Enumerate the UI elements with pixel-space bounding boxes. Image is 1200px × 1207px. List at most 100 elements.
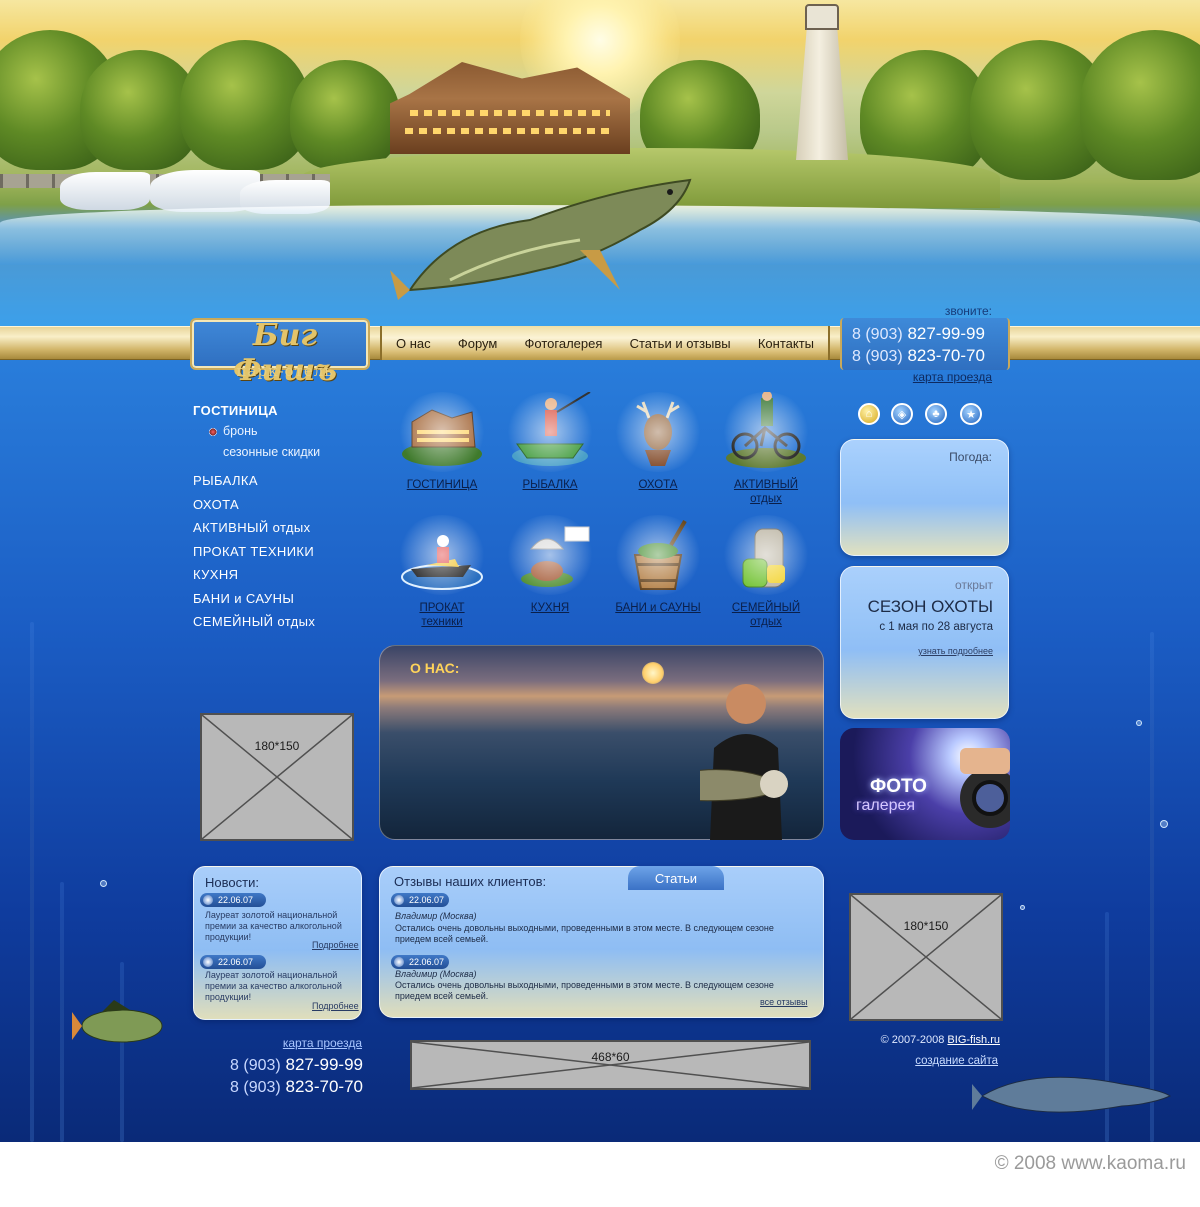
menu-item-hunting[interactable]: ОХОТА xyxy=(193,497,239,512)
boat xyxy=(60,172,150,210)
people-icon[interactable]: ♣ xyxy=(925,403,947,425)
phone-prefix: 8 (903) xyxy=(230,1057,281,1074)
banner-placeholder-right[interactable]: 180*150 xyxy=(849,893,1003,1021)
sauna-bucket-icon xyxy=(613,515,703,595)
review-author: Владимир (Москва) xyxy=(395,911,477,921)
about-title: О НАС: xyxy=(410,660,460,676)
review-date: 22.06.07 xyxy=(391,893,449,907)
season-title: СЕЗОН ОХОТЫ xyxy=(867,597,993,616)
phone-prefix: 8 (903) xyxy=(852,326,903,343)
call-label: звоните: xyxy=(944,304,992,318)
logo-subtitle: парк-отель xyxy=(236,362,334,380)
category-label: ПРОКАТ xyxy=(419,602,465,614)
jet-ski-icon xyxy=(397,515,487,595)
pike-fish-illustration xyxy=(390,178,692,300)
category-label: БАНИ и САУНЫ xyxy=(615,602,701,614)
nav-link-forum[interactable]: Форум xyxy=(458,336,498,351)
menu-item-rental[interactable]: ПРОКАТ ТЕХНИКИ xyxy=(193,544,314,559)
review-text: Остались очень довольны выходными, прове… xyxy=(395,980,774,1001)
banner-placeholder-bottom[interactable]: 468*60 xyxy=(410,1040,811,1090)
menu-item-fishing[interactable]: РЫБАЛКА xyxy=(193,473,258,488)
category-active[interactable]: АКТИВНЫЙ отдых xyxy=(711,391,821,506)
home-icon[interactable]: ⌂ xyxy=(858,403,880,425)
reviews-title: Отзывы наших клиентов: xyxy=(394,874,547,889)
category-label: ГОСТИНИЦА xyxy=(406,479,478,491)
lighthouse xyxy=(796,20,848,160)
submenu-item-discounts[interactable]: сезонные скидки xyxy=(223,445,320,459)
nav-link-about[interactable]: О нас xyxy=(396,336,431,351)
category-hotel[interactable]: ГОСТИНИЦА xyxy=(387,392,497,492)
news-more-link[interactable]: Подробнее xyxy=(312,940,359,950)
news-date: 22.06.07 xyxy=(200,955,266,969)
season-more-link[interactable]: узнать подробнее xyxy=(848,646,993,656)
phone-prefix: 8 (903) xyxy=(852,348,903,365)
menu-item-hotel[interactable]: ГОСТИНИЦА xyxy=(193,403,278,418)
perch-fish xyxy=(72,1000,163,1043)
category-hunting[interactable]: ОХОТА xyxy=(603,392,713,492)
menu-item-kitchen[interactable]: КУХНЯ xyxy=(193,567,238,582)
copyright: © 2007-2008 BIG-fish.ru xyxy=(850,1034,1000,1046)
phone-digits: 827-99-99 xyxy=(285,1055,363,1074)
footer-phone-1: 8 (903) 827-99-99 xyxy=(215,1055,363,1075)
bubble xyxy=(1020,905,1025,910)
footer-phone-2: 8 (903) 823-70-70 xyxy=(215,1077,363,1097)
watermark-credit: © 2008 www.kaoma.ru xyxy=(994,1153,1186,1174)
category-label: АКТИВНЫЙ xyxy=(733,479,799,491)
review-date: 22.06.07 xyxy=(391,955,449,969)
phone-number-1: 8 (903) 827-99-99 xyxy=(852,324,998,344)
category-label: КУХНЯ xyxy=(530,602,570,614)
footer-map-link[interactable]: карта проезда xyxy=(270,1036,362,1050)
menu-item-family[interactable]: СЕМЕЙНЫЙ отдых xyxy=(193,614,315,629)
banner-placeholder-left[interactable]: 180*150 xyxy=(200,713,354,841)
menu-item-active[interactable]: АКТИВНЫЙ отдых xyxy=(193,520,311,535)
backpack-icon xyxy=(721,515,811,595)
nav-link-articles[interactable]: Статьи и отзывы xyxy=(630,336,731,351)
sitemap-icon[interactable]: ◈ xyxy=(891,403,913,425)
page-canvas: О нас Форум Фотогалерея Статьи и отзывы … xyxy=(0,0,1200,1142)
map-link[interactable]: карта проезда xyxy=(900,370,992,384)
banner-size-label: 180*150 xyxy=(254,739,300,753)
tree xyxy=(1080,30,1200,180)
nav-link-gallery[interactable]: Фотогалерея xyxy=(525,336,603,351)
main-nav: О нас Форум Фотогалерея Статьи и отзывы … xyxy=(380,326,830,360)
category-rental[interactable]: ПРОКАТ техники xyxy=(387,515,497,629)
news-date: 22.06.07 xyxy=(200,893,266,907)
category-label: ОХОТА xyxy=(638,479,678,491)
header-scene xyxy=(0,0,1200,330)
tab-articles[interactable]: Статьи xyxy=(628,866,724,890)
season-open-label: открыт xyxy=(955,578,993,592)
bubble xyxy=(1136,720,1142,726)
seaweed xyxy=(30,622,34,1142)
bicycle-icon xyxy=(721,391,811,472)
phone-prefix: 8 (903) xyxy=(230,1079,281,1096)
hotel-windows xyxy=(405,128,615,134)
category-fishing[interactable]: РЫБАЛКА xyxy=(495,391,605,492)
site-link[interactable]: BIG-fish.ru xyxy=(947,1034,1000,1046)
photo-gallery-title: ФОТО xyxy=(870,776,927,797)
menu-item-saunas[interactable]: БАНИ и САУНЫ xyxy=(193,591,294,606)
hotel-windows xyxy=(410,110,610,116)
review-text: Остались очень довольны выходными, прове… xyxy=(395,923,774,944)
bubble xyxy=(100,880,107,887)
category-label-2: отдых xyxy=(750,493,782,505)
phone-digits: 823-70-70 xyxy=(907,346,985,365)
phone-digits: 823-70-70 xyxy=(285,1077,363,1096)
category-saunas[interactable]: БАНИ и САУНЫ xyxy=(603,515,713,615)
pike-fish xyxy=(972,1076,1171,1113)
banner-size-label: 180*150 xyxy=(903,919,949,933)
news-text: Лауреат золотой национальной премии за к… xyxy=(205,970,342,1002)
review-author: Владимир (Москва) xyxy=(395,969,477,979)
tree xyxy=(290,60,400,170)
category-kitchen[interactable]: КУХНЯ xyxy=(495,515,605,615)
category-family[interactable]: СЕМЕЙНЫЙ отдых xyxy=(711,515,821,629)
all-reviews-link[interactable]: все отзывы xyxy=(760,997,807,1007)
category-label-2: техники xyxy=(421,616,463,628)
hotel-icon xyxy=(397,392,487,472)
star-icon[interactable]: ★ xyxy=(960,403,982,425)
banner-size-label: 468*60 xyxy=(591,1050,630,1064)
phone-number-2: 8 (903) 823-70-70 xyxy=(852,346,998,366)
news-more-link[interactable]: Подробнее xyxy=(312,1001,359,1011)
nav-link-contacts[interactable]: Контакты xyxy=(758,336,814,351)
category-label: РЫБАЛКА xyxy=(522,479,578,491)
submenu-item-booking[interactable]: бронь xyxy=(223,424,257,438)
